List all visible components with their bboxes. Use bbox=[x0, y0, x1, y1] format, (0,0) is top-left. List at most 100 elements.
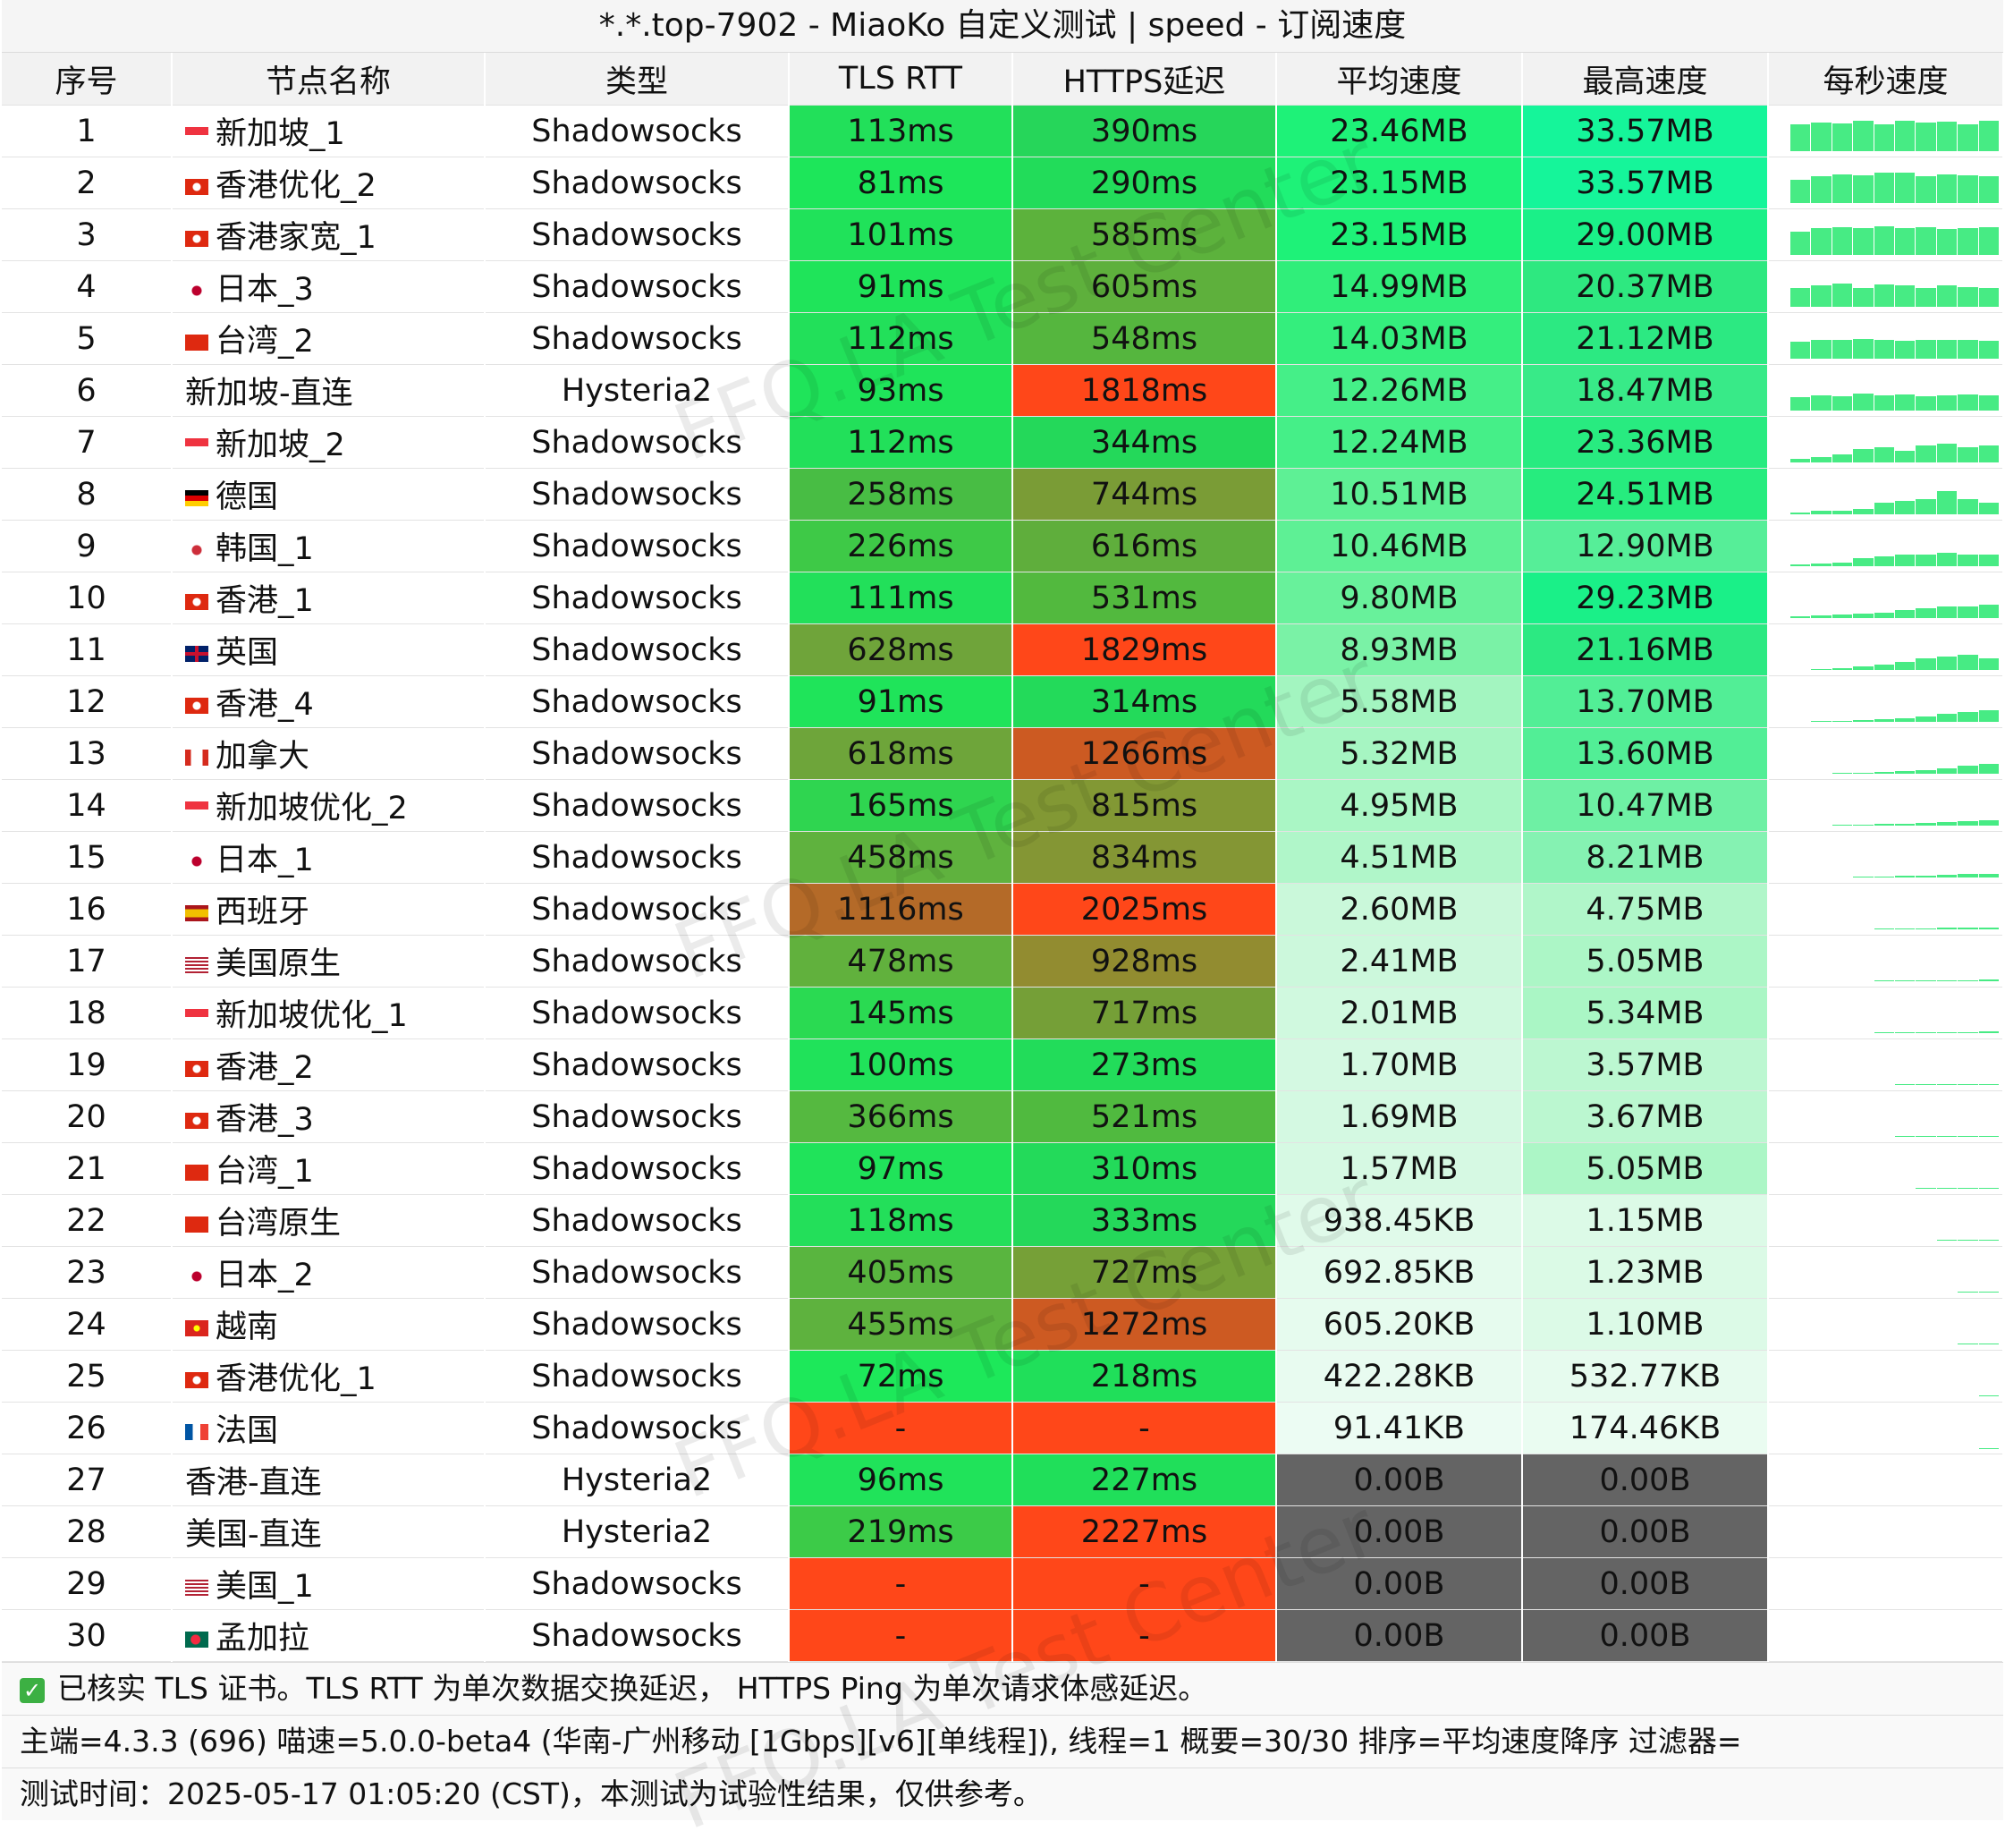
sparkline-bar bbox=[1895, 771, 1915, 774]
cell-tls-rtt: 100ms bbox=[789, 1039, 1012, 1091]
table-row[interactable]: 20香港_3Shadowsocks366ms521ms1.69MB3.67MB bbox=[2, 1091, 2003, 1143]
cell-node-name: 日本_1 bbox=[172, 832, 485, 884]
cell-speed-sparkline bbox=[1768, 1506, 2003, 1558]
flag-bd-icon bbox=[185, 1632, 208, 1648]
cell-speed-sparkline bbox=[1768, 365, 2003, 417]
table-row[interactable]: 8德国Shadowsocks258ms744ms10.51MB24.51MB bbox=[2, 469, 2003, 521]
col-header-tls-rtt[interactable]: TLS RTT bbox=[789, 53, 1012, 106]
table-row[interactable]: 23日本_2Shadowsocks405ms727ms692.85KB1.23M… bbox=[2, 1247, 2003, 1299]
sparkline-bar bbox=[1916, 288, 1935, 308]
sparkline-bar bbox=[1916, 123, 1935, 151]
table-row[interactable]: 24越南Shadowsocks455ms1272ms605.20KB1.10MB bbox=[2, 1299, 2003, 1351]
cell-avg-speed: 2.41MB bbox=[1276, 936, 1522, 988]
sparkline-bar bbox=[1874, 284, 1894, 307]
cell-max-speed: 23.36MB bbox=[1522, 417, 1768, 469]
node-name-text: 新加坡_2 bbox=[216, 428, 345, 463]
table-row[interactable]: 9韩国_1Shadowsocks226ms616ms10.46MB12.90MB bbox=[2, 521, 2003, 572]
sparkline-bar bbox=[1853, 666, 1873, 670]
table-row[interactable]: 27香港-直连Hysteria296ms227ms0.00B0.00B bbox=[2, 1454, 2003, 1506]
cell-https-latency: 310ms bbox=[1012, 1143, 1276, 1195]
col-header-https-latency[interactable]: HTTPS延迟 bbox=[1012, 53, 1276, 106]
sparkline-bar bbox=[1853, 288, 1873, 308]
col-header-name[interactable]: 节点名称 bbox=[172, 53, 485, 106]
table-row[interactable]: 3香港家宽_1Shadowsocks101ms585ms23.15MB29.00… bbox=[2, 209, 2003, 261]
table-row[interactable]: 16西班牙Shadowsocks1116ms2025ms2.60MB4.75MB bbox=[2, 884, 2003, 936]
table-row[interactable]: 4日本_3Shadowsocks91ms605ms14.99MB20.37MB bbox=[2, 261, 2003, 313]
flag-kr-icon bbox=[185, 542, 208, 558]
cell-https-latency: - bbox=[1012, 1558, 1276, 1610]
cell-tls-rtt: 72ms bbox=[789, 1351, 1012, 1403]
sparkline-bar bbox=[1979, 764, 1999, 774]
sparkline-bar bbox=[1895, 980, 1915, 981]
node-name-text: 美国-直连 bbox=[185, 1517, 322, 1553]
sparkline-bar bbox=[1937, 444, 1957, 463]
table-row[interactable]: 28美国-直连Hysteria2219ms2227ms0.00B0.00B bbox=[2, 1506, 2003, 1558]
sparkline-bar bbox=[1895, 876, 1915, 877]
cell-tls-rtt: 258ms bbox=[789, 469, 1012, 521]
sparkline-bar bbox=[1979, 820, 1999, 826]
sparkline-bar bbox=[1874, 226, 1894, 255]
cell-avg-speed: 12.24MB bbox=[1276, 417, 1522, 469]
table-row[interactable]: 25香港优化_1Shadowsocks72ms218ms422.28KB532.… bbox=[2, 1351, 2003, 1403]
cell-node-name: 越南 bbox=[172, 1299, 485, 1351]
cell-type: Shadowsocks bbox=[485, 261, 789, 313]
col-header-per-second[interactable]: 每秒速度 bbox=[1768, 53, 2003, 106]
sparkline-bar bbox=[1853, 558, 1873, 566]
table-row[interactable]: 11英国Shadowsocks628ms1829ms8.93MB21.16MB bbox=[2, 624, 2003, 676]
col-header-type[interactable]: 类型 bbox=[485, 53, 789, 106]
sparkline-bar bbox=[1895, 451, 1915, 462]
sparkline-bar bbox=[1916, 396, 1935, 411]
node-name-text: 日本_2 bbox=[216, 1258, 314, 1293]
cell-index: 18 bbox=[2, 988, 172, 1039]
cell-type: Shadowsocks bbox=[485, 313, 789, 365]
table-row[interactable]: 29美国_1Shadowsocks--0.00B0.00B bbox=[2, 1558, 2003, 1610]
table-row[interactable]: 6新加坡-直连Hysteria293ms1818ms12.26MB18.47MB bbox=[2, 365, 2003, 417]
flag-us-icon bbox=[185, 1580, 208, 1596]
cell-node-name: 西班牙 bbox=[172, 884, 485, 936]
cell-https-latency: 585ms bbox=[1012, 209, 1276, 261]
cell-index: 10 bbox=[2, 572, 172, 624]
cell-tls-rtt: 458ms bbox=[789, 832, 1012, 884]
table-row[interactable]: 5台湾_2Shadowsocks112ms548ms14.03MB21.12MB bbox=[2, 313, 2003, 365]
cell-max-speed: 1.10MB bbox=[1522, 1299, 1768, 1351]
flag-jp-icon bbox=[185, 283, 208, 299]
sparkline-bar bbox=[1832, 615, 1852, 618]
table-row[interactable]: 2香港优化_2Shadowsocks81ms290ms23.15MB33.57M… bbox=[2, 157, 2003, 209]
table-row[interactable]: 10香港_1Shadowsocks111ms531ms9.80MB29.23MB bbox=[2, 572, 2003, 624]
col-header-avg-speed[interactable]: 平均速度 bbox=[1276, 53, 1522, 106]
sparkline-bar bbox=[1916, 340, 1935, 360]
cell-avg-speed: 5.32MB bbox=[1276, 728, 1522, 780]
table-row[interactable]: 30孟加拉Shadowsocks--0.00B0.00B bbox=[2, 1610, 2003, 1662]
table-row[interactable]: 22台湾原生Shadowsocks118ms333ms938.45KB1.15M… bbox=[2, 1195, 2003, 1247]
sparkline-bar bbox=[1853, 121, 1873, 151]
cell-max-speed: 12.90MB bbox=[1522, 521, 1768, 572]
cell-max-speed: 10.47MB bbox=[1522, 780, 1768, 832]
table-row[interactable]: 17美国原生Shadowsocks478ms928ms2.41MB5.05MB bbox=[2, 936, 2003, 988]
table-row[interactable]: 1新加坡_1Shadowsocks113ms390ms23.46MB33.57M… bbox=[2, 106, 2003, 157]
col-header-index[interactable]: 序号 bbox=[2, 53, 172, 106]
table-row[interactable]: 12香港_4Shadowsocks91ms314ms5.58MB13.70MB bbox=[2, 676, 2003, 728]
table-row[interactable]: 15日本_1Shadowsocks458ms834ms4.51MB8.21MB bbox=[2, 832, 2003, 884]
table-row[interactable]: 7新加坡_2Shadowsocks112ms344ms12.24MB23.36M… bbox=[2, 417, 2003, 469]
table-row[interactable]: 14新加坡优化_2Shadowsocks165ms815ms4.95MB10.4… bbox=[2, 780, 2003, 832]
table-row[interactable]: 19香港_2Shadowsocks100ms273ms1.70MB3.57MB bbox=[2, 1039, 2003, 1091]
table-row[interactable]: 13加拿大Shadowsocks618ms1266ms5.32MB13.60MB bbox=[2, 728, 2003, 780]
cell-tls-rtt: 91ms bbox=[789, 261, 1012, 313]
sparkline-bar bbox=[1916, 608, 1935, 618]
sparkline-bar bbox=[1916, 823, 1935, 826]
cell-type: Hysteria2 bbox=[485, 365, 789, 417]
cell-tls-rtt: 219ms bbox=[789, 1506, 1012, 1558]
sparkline-bar bbox=[1937, 822, 1957, 826]
flag-cn-icon bbox=[185, 1216, 208, 1233]
cell-max-speed: 24.51MB bbox=[1522, 469, 1768, 521]
cell-avg-speed: 23.15MB bbox=[1276, 157, 1522, 209]
table-row[interactable]: 26法国Shadowsocks--91.41KB174.46KB bbox=[2, 1403, 2003, 1454]
col-header-max-speed[interactable]: 最高速度 bbox=[1522, 53, 1768, 106]
table-row[interactable]: 21台湾_1Shadowsocks97ms310ms1.57MB5.05MB bbox=[2, 1143, 2003, 1195]
sparkline-bar bbox=[1958, 124, 1977, 151]
table-row[interactable]: 18新加坡优化_1Shadowsocks145ms717ms2.01MB5.34… bbox=[2, 988, 2003, 1039]
node-name-text: 新加坡-直连 bbox=[185, 376, 353, 411]
node-name-text: 新加坡_1 bbox=[216, 116, 345, 152]
cell-type: Shadowsocks bbox=[485, 1039, 789, 1091]
sparkline-bar bbox=[1979, 1292, 1999, 1293]
